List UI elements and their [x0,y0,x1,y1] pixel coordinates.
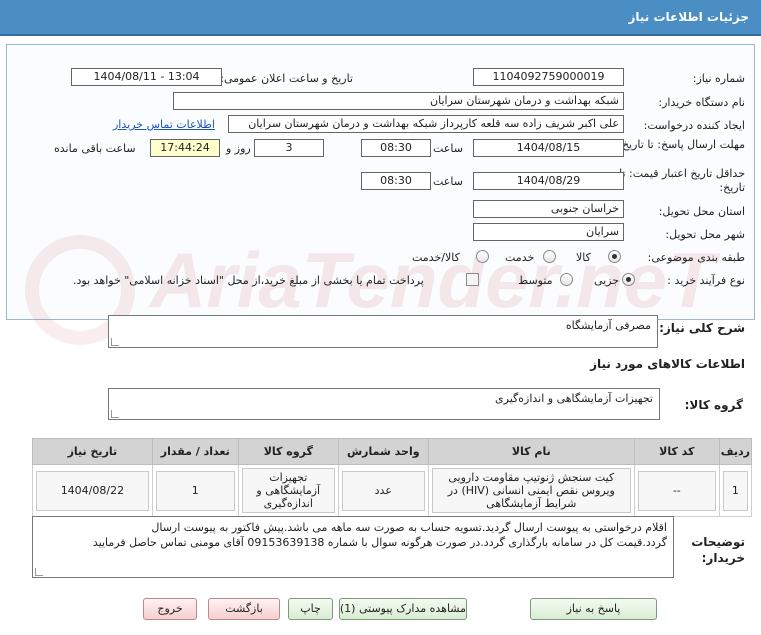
process-option-medium: متوسط [518,274,553,287]
exit-button[interactable]: خروج [143,598,197,620]
goods-group-field[interactable]: تجهیزات آزمایشگاهی و اندازه‌گیری [108,388,660,420]
category-radio-service[interactable] [543,250,556,263]
buyer-contact-link[interactable]: اطلاعات تماس خریدار [113,118,215,131]
print-button[interactable]: چاپ [288,598,333,620]
validity-time-label: ساعت [433,175,463,188]
province-field: خراسان جنوبی [473,200,624,218]
province-label: استان محل تحویل: [658,205,745,218]
cell-row: 1 [718,464,753,517]
category-option-service: خدمت [505,251,535,264]
process-radio-medium[interactable] [560,273,573,286]
buyer-org-label: نام دستگاه خریدار: [658,96,745,109]
col-date-header: تاریخ نیاز [32,438,153,465]
reply-time-label: ساعت [433,142,463,155]
reply-button[interactable]: پاسخ به نیاز [530,598,657,620]
remaining-time-field: 17:44:24 [150,139,220,157]
days-remaining-field: 3 [254,139,324,157]
validity-time-field: 08:30 [361,172,431,190]
cell-code: -- [633,464,720,517]
process-option-minor: جزیی [594,274,620,287]
creator-label: ایجاد کننده درخواست: [643,119,745,132]
cell-unit: عدد [337,464,429,517]
page-title: جزئیات اطلاعات نیاز [628,10,749,24]
process-radio-minor[interactable] [622,273,635,286]
city-field: سرایان [473,223,624,241]
process-type-label: نوع فرآیند خرید : [667,274,745,287]
validity-date-field: 1404/08/29 [473,172,624,190]
buyer-notes-line-2: گردد.قیمت کل در سامانه بارگذاری گردد.در … [92,536,667,549]
category-option-goods: کالا [576,251,591,264]
category-option-goods-service: کالا/خدمت [412,251,460,264]
col-code-header: کد کالا [633,438,720,465]
general-description-field[interactable]: مصرفی آزمایشگاه [108,315,658,348]
cell-qty: 1 [151,464,239,517]
need-number-label: شماره نیاز: [692,72,745,85]
cell-group: تجهیزات آزمایشگاهی و اندازه‌گیری [237,464,339,517]
resize-grip-icon[interactable] [111,338,119,346]
announce-date-label: تاریخ و ساعت اعلان عمومی: [220,72,353,85]
treasury-payment-checkbox[interactable] [466,273,479,286]
col-group-header: گروه کالا [237,438,339,465]
col-name-header: نام کالا [427,438,635,465]
resize-grip-icon[interactable] [35,568,43,576]
category-radio-goods[interactable] [608,250,621,263]
price-validity-label: حداقل تاریخ اعتبار قیمت: تا تاریخ: [619,167,745,194]
days-label: روز و [226,142,251,155]
announce-date-field: 1404/08/11 - 13:04 [71,68,222,86]
creator-field: علی اکبر شریف زاده سه قلعه کارپرداز شبکه… [228,115,624,133]
reply-date-field: 1404/08/15 [473,139,624,157]
category-label: طبقه بندی موضوعی: [647,251,745,264]
cell-name: کیت سنجش ژنوتیپ مقاومت دارویی ویروس نقص … [427,464,635,517]
reply-deadline-label: مهلت ارسال پاسخ: تا تاریخ: [618,138,745,151]
goods-table: ردیف کد کالا نام کالا واحد شمارش گروه کا… [32,438,753,517]
buyer-notes-label: توضیحات خریدار: [691,535,745,565]
reply-time-field: 08:30 [361,139,431,157]
col-qty-header: تعداد / مقدار [151,438,239,465]
general-description-text: مصرفی آزمایشگاه [565,319,651,332]
goods-table-header: ردیف کد کالا نام کالا واحد شمارش گروه کا… [32,438,753,465]
table-row: 1 -- کیت سنجش ژنوتیپ مقاومت دارویی ویروس… [32,464,753,517]
col-row-header: ردیف [718,438,753,465]
buyer-notes-line-1: اقلام درخواستی به پیوست ارسال گردید.تسوی… [151,521,667,534]
buyer-org-field: شبکه بهداشت و درمان شهرستان سرایان [173,92,624,110]
buyer-notes-field[interactable]: اقلام درخواستی به پیوست ارسال گردید.تسوی… [32,516,674,578]
resize-grip-icon[interactable] [111,410,119,418]
cell-date: 1404/08/22 [32,464,153,517]
goods-info-title: اطلاعات کالاهای مورد نیاز [590,357,745,371]
category-radio-goods-service[interactable] [476,250,489,263]
view-attachments-button[interactable]: مشاهده مدارک پیوستی (1) [339,598,467,620]
city-label: شهر محل تحویل: [665,228,745,241]
goods-group-text: تجهیزات آزمایشگاهی و اندازه‌گیری [495,392,653,405]
treasury-payment-note: پرداخت تمام یا بخشی از مبلغ خرید،از محل … [73,274,424,287]
goods-group-label: گروه کالا: [684,398,743,412]
general-description-label: شرح کلی نیاز: [659,321,745,335]
back-button[interactable]: بازگشت [208,598,280,620]
need-number-field: 1104092759000019 [473,68,624,86]
remaining-time-label: ساعت باقی مانده [54,142,136,155]
col-unit-header: واحد شمارش [337,438,429,465]
